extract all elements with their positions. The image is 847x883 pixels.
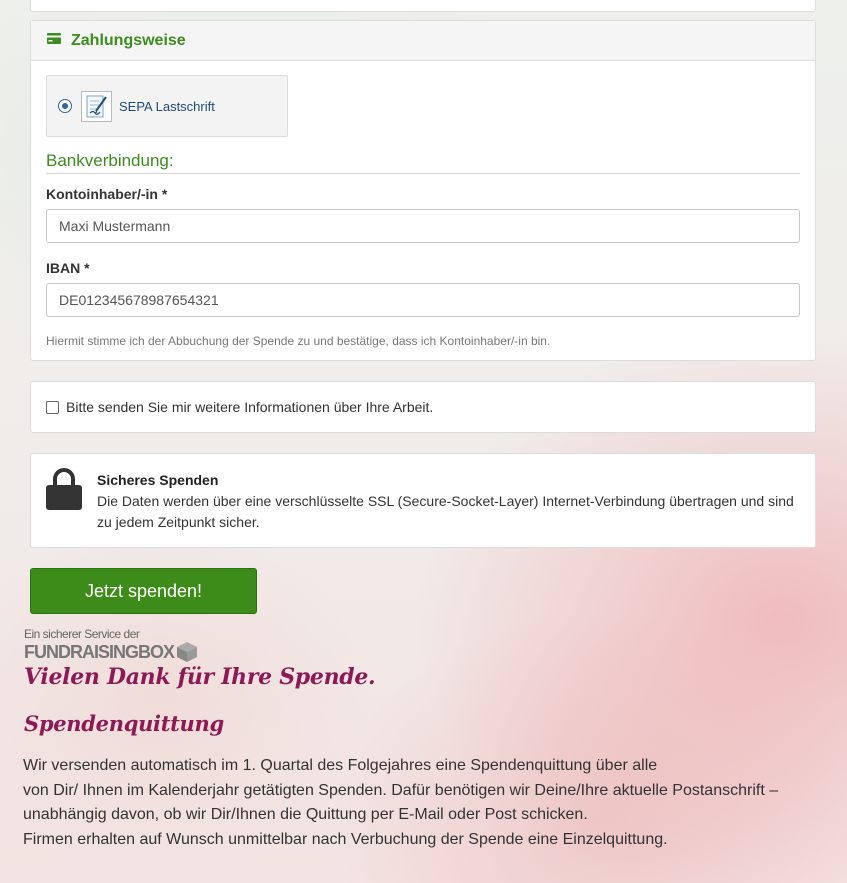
info-opt-in-label[interactable]: Bitte senden Sie mir weitere Information… (66, 399, 433, 415)
box-logo-icon (177, 642, 198, 662)
iban-input[interactable] (46, 283, 800, 317)
payment-method-card: Zahlungsweise SEPA Lastschrift Bankverbi… (30, 20, 816, 361)
credit-card-icon (47, 33, 61, 44)
info-opt-in-card: Bitte senden Sie mir weitere Information… (30, 381, 816, 433)
info-opt-in-checkbox[interactable] (46, 400, 59, 414)
previous-card-edge (30, 0, 816, 12)
logo-name-part2: BOX (138, 642, 175, 662)
sepa-label: SEPA Lastschrift (119, 98, 215, 114)
consent-note: Hiermit stimme ich der Abbuchung der Spe… (46, 334, 551, 348)
receipt-line: Firmen erhalten auf Wunsch unmittelbar n… (23, 830, 668, 848)
account-holder-input[interactable] (46, 209, 800, 243)
account-holder-label: Kontoinhaber/-in * (46, 186, 168, 202)
payment-card-header: Zahlungsweise (31, 21, 815, 61)
sepa-form-icon (81, 90, 112, 122)
secure-title: Sicheres Spenden (97, 472, 219, 488)
sepa-radio[interactable] (58, 99, 72, 113)
receipt-line: Wir versenden automatisch im 1. Quartal … (23, 757, 658, 774)
receipt-paragraph: Wir versenden automatisch im 1. Quartal … (23, 754, 823, 852)
receipt-line: unabhängig davon, ob wir Dir/Ihnen die Q… (23, 806, 588, 824)
sepa-method-option[interactable]: SEPA Lastschrift (46, 75, 288, 137)
secure-donation-card: Sicheres Spenden Die Daten werden über e… (30, 453, 816, 548)
payment-card-title: Zahlungsweise (71, 31, 186, 49)
iban-label: IBAN * (46, 260, 90, 276)
logo-subtitle: Ein sicherer Service der (24, 627, 140, 641)
receipt-heading: Spendenquittung (24, 711, 224, 736)
bank-section-title: Bankverbindung: (46, 151, 800, 174)
fundraisingbox-logo[interactable]: Ein sicherer Service der FUNDRAISING BOX (24, 627, 198, 663)
lock-icon (46, 468, 82, 510)
donate-button[interactable]: Jetzt spenden! (30, 568, 257, 614)
secure-text: Die Daten werden über eine verschlüsselt… (97, 493, 794, 530)
thank-you-heading: Vielen Dank für Ihre Spende. (24, 664, 376, 690)
logo-name-part1: FUNDRAISING (24, 642, 139, 662)
receipt-line: von Dir/ Ihnen im Kalenderjahr getätigte… (23, 781, 779, 799)
